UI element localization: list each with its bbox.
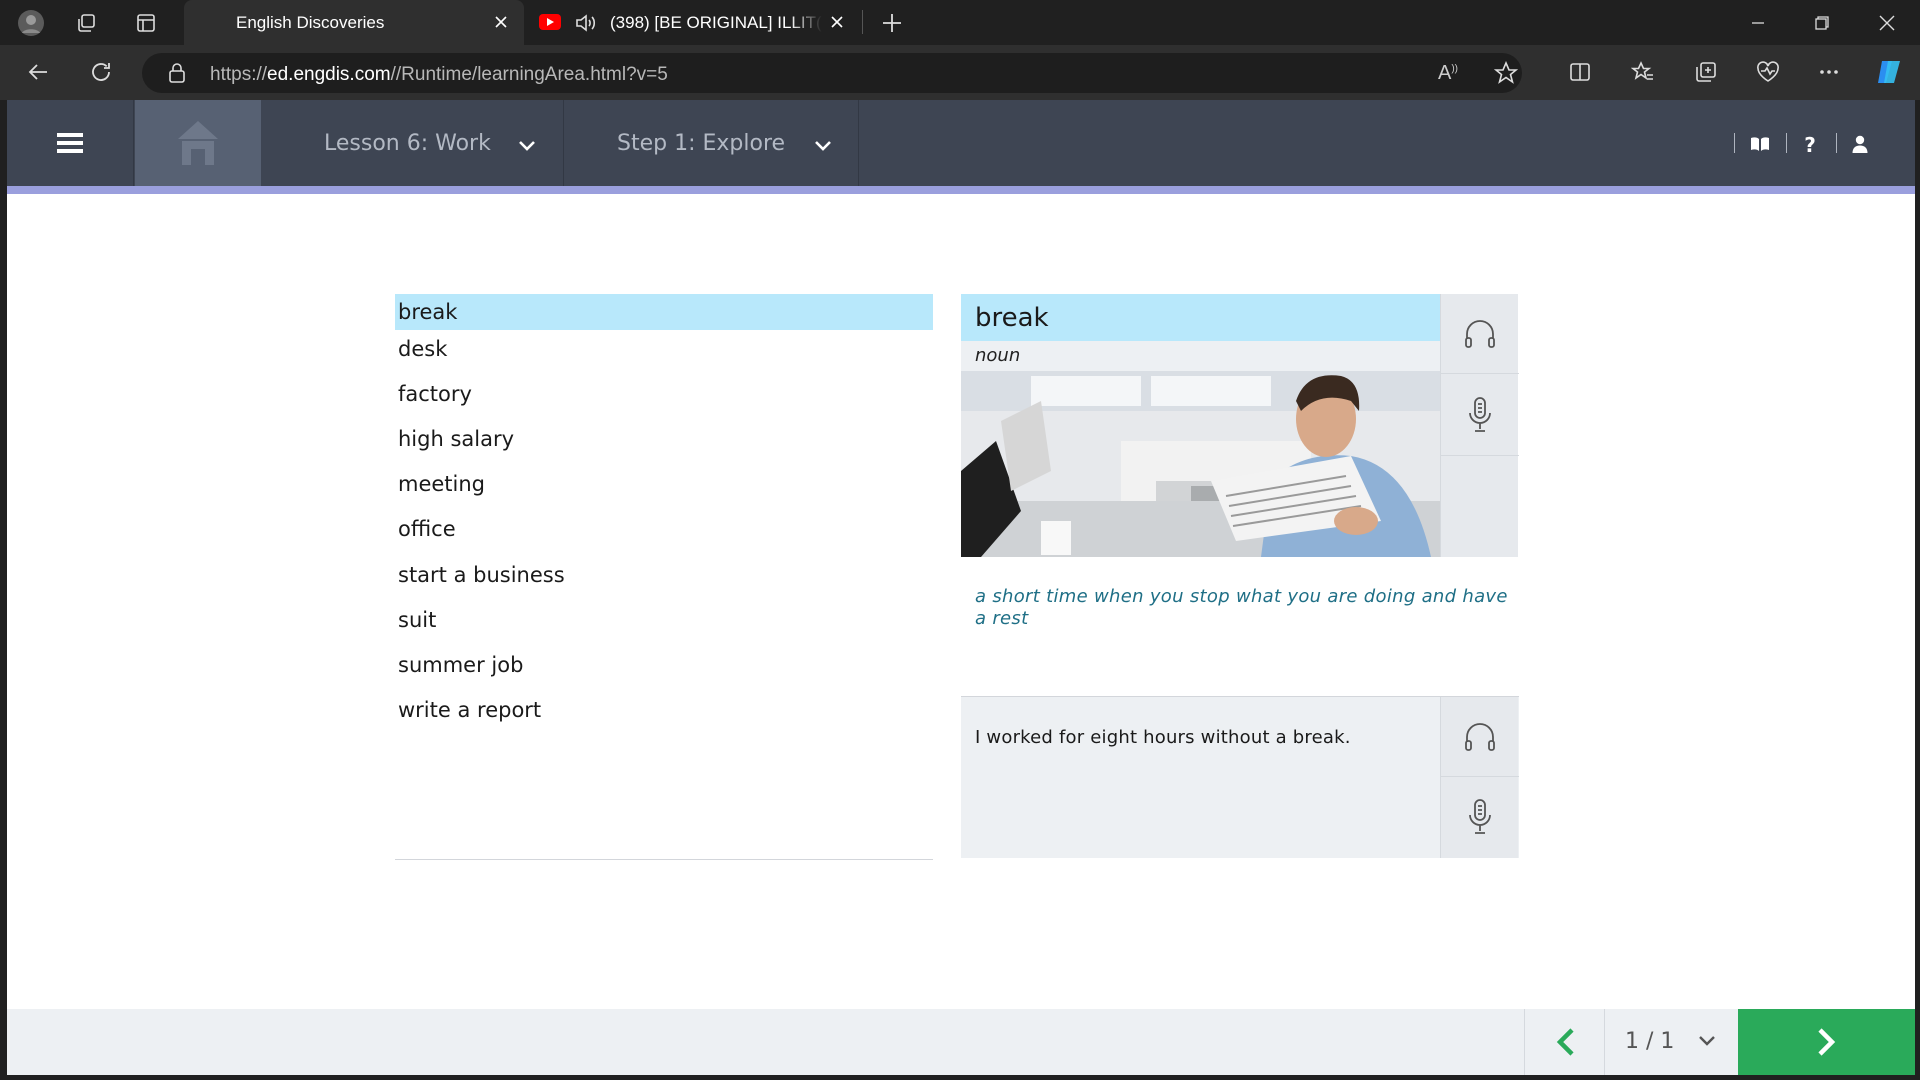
svg-text:?: ?: [1804, 133, 1816, 155]
minimize-icon[interactable]: [1738, 8, 1778, 38]
tab-title: (398) [BE ORIGINAL] ILLIT(0: [610, 12, 822, 32]
page-indicator: 1 / 1: [1625, 1029, 1675, 1054]
next-button[interactable]: [1738, 1009, 1915, 1075]
tab-youtube[interactable]: (398) [BE ORIGINAL] ILLIT(0: [530, 0, 860, 45]
new-tab-icon[interactable]: [877, 8, 907, 38]
restore-icon[interactable]: [1802, 8, 1842, 38]
menu-button[interactable]: [7, 100, 134, 186]
url-text: https://ed.engdis.com//Runtime/learningA…: [210, 64, 668, 86]
word-item-write-a-report[interactable]: write a report: [395, 692, 933, 728]
lock-icon[interactable]: [168, 63, 186, 87]
word-photo: [961, 371, 1440, 557]
app-header: Lesson 6: Work Step 1: Explore ?: [7, 100, 1915, 186]
tab-english-discoveries[interactable]: English Discoveries: [184, 0, 524, 45]
chevron-down-icon: [1698, 1033, 1716, 1052]
word-item-summer-job[interactable]: summer job: [395, 647, 933, 683]
workspaces-icon[interactable]: [71, 8, 101, 38]
browser-address-bar: https://ed.engdis.com//Runtime/learningA…: [0, 45, 1920, 100]
url-field[interactable]: https://ed.engdis.com//Runtime/learningA…: [142, 53, 1522, 93]
example-sentence-card: I worked for eight hours without a break…: [961, 696, 1519, 858]
collections-icon[interactable]: [1689, 55, 1723, 89]
word-item-office[interactable]: office: [395, 511, 933, 547]
word-item-break[interactable]: break: [395, 294, 933, 330]
step-label: Step 1: Explore: [617, 130, 786, 156]
browser-essentials-icon[interactable]: [1751, 55, 1785, 89]
chevron-down-icon: [518, 134, 536, 159]
headphones-icon: [1465, 319, 1495, 348]
read-aloud-icon[interactable]: A)): [1438, 62, 1458, 85]
chevron-left-icon: [1556, 1028, 1574, 1056]
lesson-label: Lesson 6: Work: [324, 130, 491, 156]
word-item-desk[interactable]: desk: [395, 331, 933, 367]
close-tab-icon[interactable]: [826, 11, 848, 33]
copilot-icon[interactable]: [1872, 55, 1906, 89]
entry-audio-column: [1440, 294, 1519, 557]
word-item-factory[interactable]: factory: [395, 376, 933, 412]
dictionary-book-icon[interactable]: [1746, 130, 1774, 158]
tab-title: English Discoveries: [236, 12, 385, 32]
home-icon: [178, 121, 218, 165]
entry-word: break: [961, 294, 1440, 341]
refresh-icon[interactable]: [84, 55, 118, 89]
home-button[interactable]: [135, 100, 261, 186]
back-icon[interactable]: [22, 55, 56, 89]
url-path: //Runtime/learningArea.html?v=5: [390, 64, 668, 85]
close-tab-icon[interactable]: [490, 11, 512, 33]
example-sentence: I worked for eight hours without a break…: [975, 727, 1351, 748]
header-divider: [1786, 133, 1787, 153]
example-audio-column: [1440, 697, 1519, 858]
learning-area: Lesson 6: Work Step 1: Explore ? break d…: [7, 100, 1915, 1075]
header-divider: [1734, 133, 1735, 153]
tab-divider: [862, 10, 863, 34]
url-host: ed.engdis.com: [267, 64, 391, 85]
speaker-icon[interactable]: [574, 12, 598, 39]
split-screen-icon[interactable]: [1563, 55, 1597, 89]
word-list: break desk factory high salary meeting o…: [395, 294, 933, 860]
more-options-icon[interactable]: [1812, 55, 1846, 89]
app-footer: 1 / 1: [7, 1009, 1915, 1075]
word-entry-card: break noun: [961, 294, 1519, 557]
lesson-dropdown[interactable]: Lesson 6: Work: [262, 100, 564, 186]
word-item-high-salary[interactable]: high salary: [395, 421, 933, 457]
listen-word-button[interactable]: [1441, 294, 1519, 374]
youtube-icon: [539, 14, 561, 30]
word-item-suit[interactable]: suit: [395, 602, 933, 638]
step-dropdown[interactable]: Step 1: Explore: [564, 100, 859, 186]
favorites-icon[interactable]: [1626, 55, 1660, 89]
browser-tab-bar: English Discoveries (398) [BE ORIGINAL] …: [0, 0, 1920, 45]
page-selector[interactable]: 1 / 1: [1604, 1009, 1735, 1075]
word-item-meeting[interactable]: meeting: [395, 466, 933, 502]
user-profile-icon[interactable]: [1846, 130, 1874, 158]
headphones-icon: [1465, 722, 1495, 751]
microphone-icon: [1469, 396, 1491, 432]
microphone-icon: [1469, 799, 1491, 834]
record-example-button[interactable]: [1441, 777, 1519, 857]
hamburger-icon: [57, 133, 83, 153]
header-divider: [1836, 133, 1837, 153]
profile-avatar-icon[interactable]: [16, 8, 46, 38]
url-prefix: https://: [210, 64, 268, 85]
chevron-right-icon: [1817, 1028, 1835, 1056]
help-icon[interactable]: ?: [1796, 130, 1824, 158]
close-window-icon[interactable]: [1867, 8, 1907, 38]
listen-example-button[interactable]: [1441, 697, 1519, 777]
word-item-start-a-business[interactable]: start a business: [395, 557, 933, 593]
progress-strip: [7, 186, 1915, 194]
part-of-speech: noun: [975, 345, 1021, 366]
chevron-down-icon: [814, 134, 832, 159]
record-word-button[interactable]: [1441, 374, 1519, 456]
favorite-star-icon[interactable]: [1493, 60, 1519, 89]
previous-button[interactable]: [1524, 1009, 1604, 1075]
tab-actions-icon[interactable]: [131, 8, 161, 38]
definition-text: a short time when you stop what you are …: [975, 586, 1508, 629]
